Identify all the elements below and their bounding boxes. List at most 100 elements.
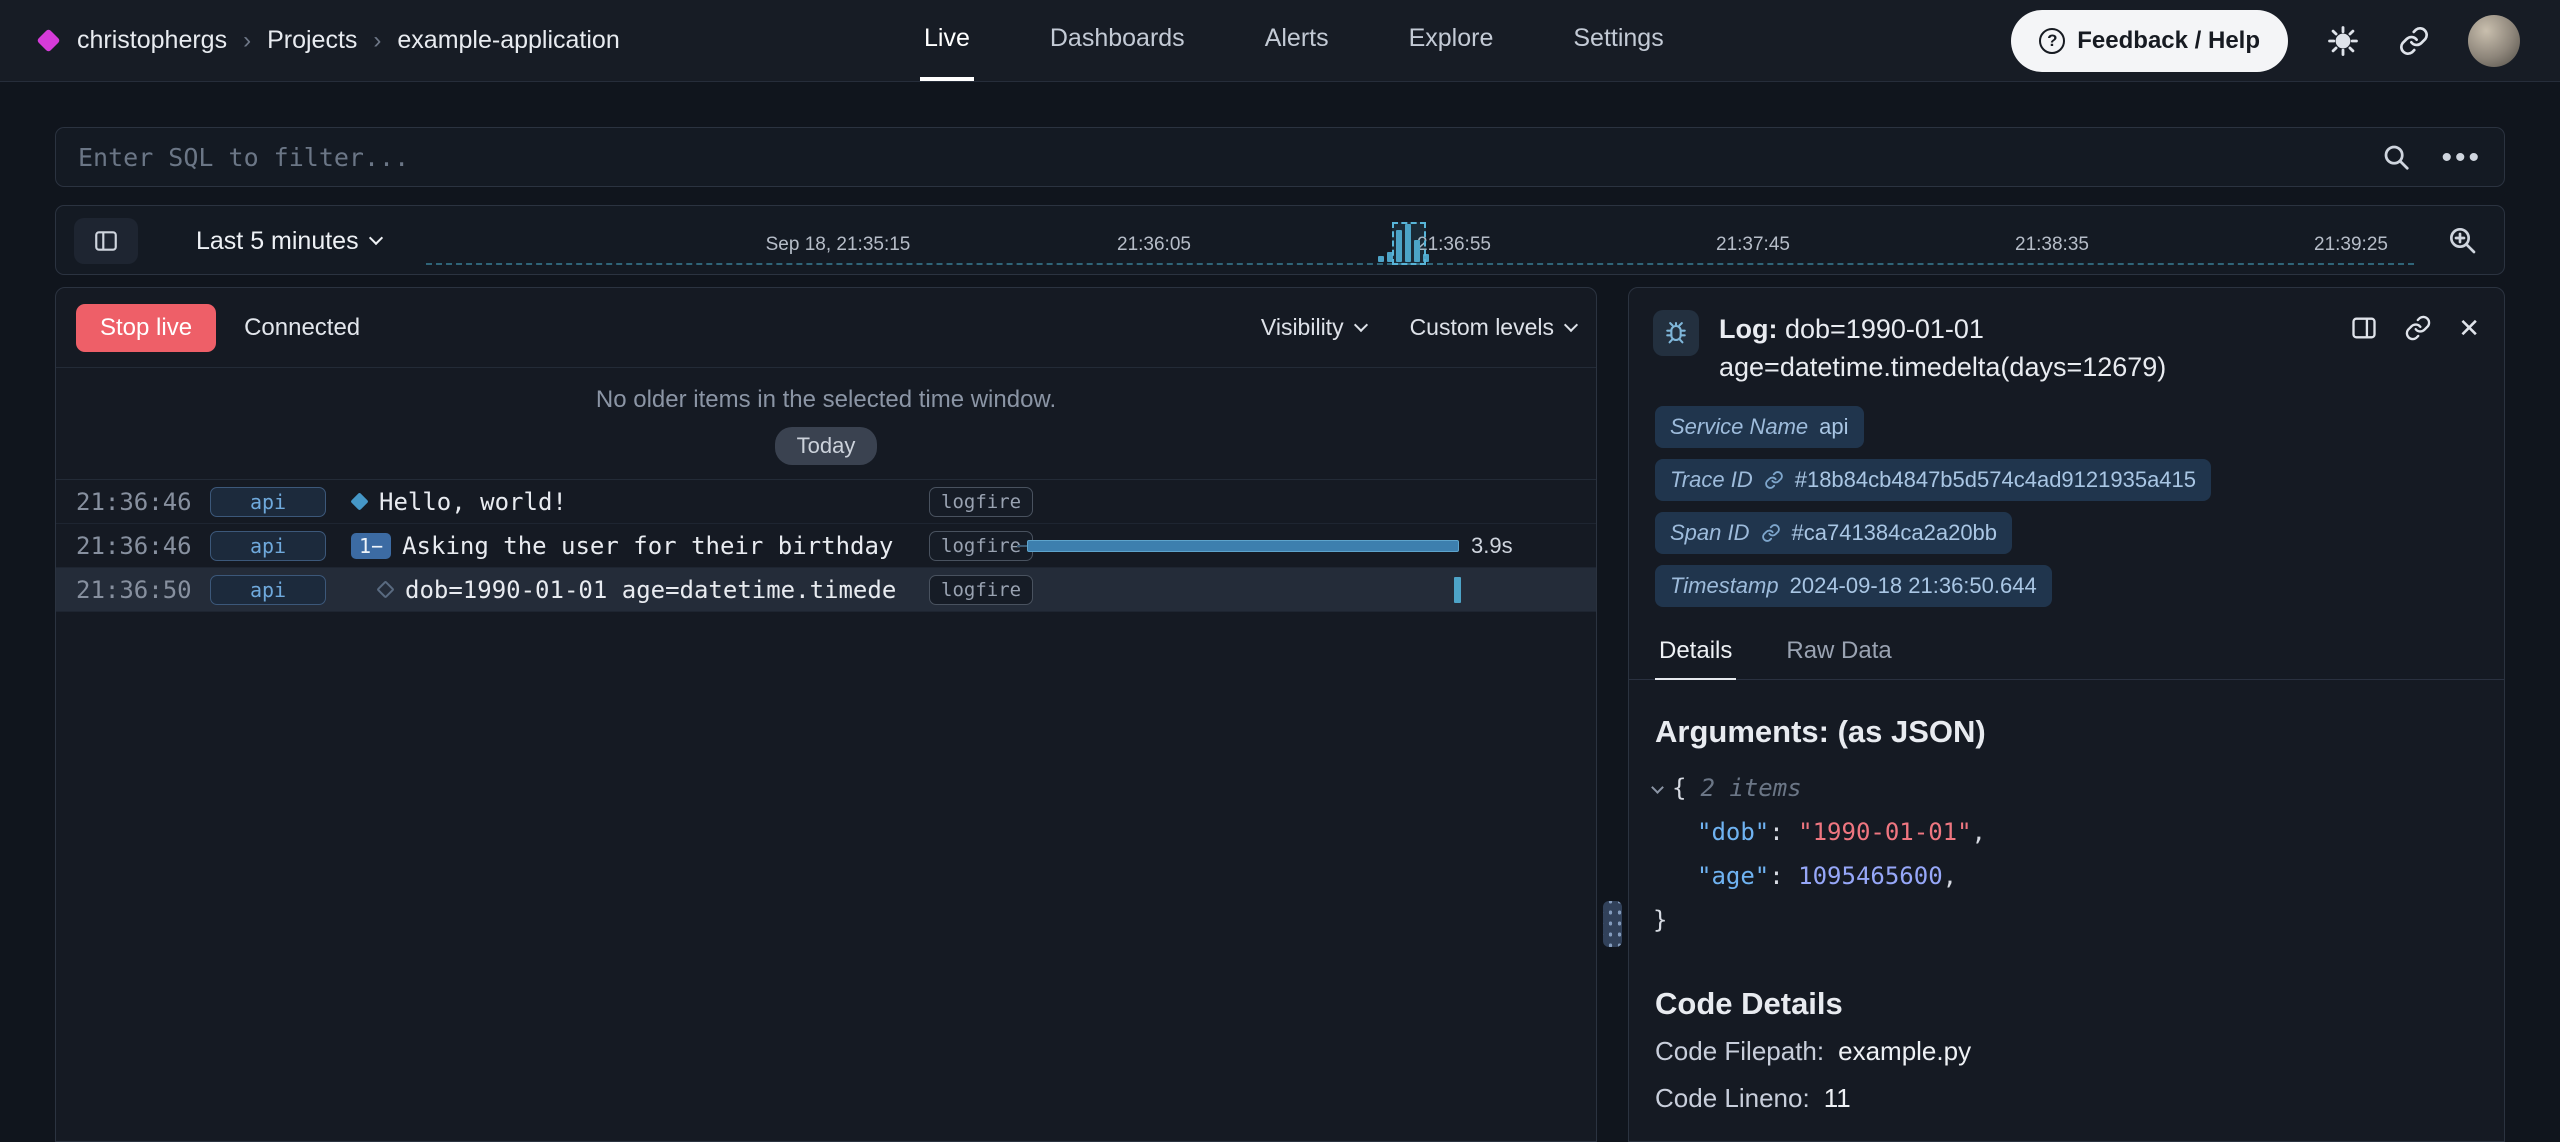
timeline-tick: Sep 18, 21:35:15 xyxy=(766,234,911,256)
service-name-badge: Service Name api xyxy=(1655,406,1864,448)
log-message: Hello, world! xyxy=(379,488,567,516)
log-timestamp: 21:36:46 xyxy=(76,532,194,560)
json-colon: : xyxy=(1769,818,1798,846)
json-items-note: 2 items xyxy=(1700,774,1801,802)
json-collapse-caret-icon[interactable] xyxy=(1651,781,1664,794)
histogram-bar xyxy=(1378,256,1384,262)
tab-settings[interactable]: Settings xyxy=(1569,0,1667,81)
today-button[interactable]: Today xyxy=(775,427,878,465)
details-tabs: Details Raw Data xyxy=(1629,629,2504,680)
empty-state-message: No older items in the selected time wind… xyxy=(596,386,1056,414)
tab-alerts[interactable]: Alerts xyxy=(1261,0,1333,81)
tab-raw-data[interactable]: Raw Data xyxy=(1782,629,1895,680)
breadcrumb-project[interactable]: example-application xyxy=(397,26,619,55)
trace-id-value: #18b84cb4847b5d574c4ad9121935a415 xyxy=(1795,467,2196,493)
service-badge[interactable]: api xyxy=(210,575,326,605)
sidebar-panel-icon xyxy=(93,228,119,254)
service-name-value: api xyxy=(1819,414,1848,440)
json-entry: "dob": "1990-01-01", xyxy=(1653,810,2504,854)
custom-levels-dropdown[interactable]: Custom levels xyxy=(1410,314,1576,341)
chevron-down-icon xyxy=(1564,317,1578,331)
json-open-brace: { xyxy=(1672,774,1686,802)
json-close-line: } xyxy=(1653,898,2504,942)
sql-filter-input[interactable] xyxy=(78,143,2381,172)
log-row[interactable]: 21:36:46 api 1− Asking the user for thei… xyxy=(56,524,1596,568)
service-badge[interactable]: api xyxy=(210,531,326,561)
filter-more-menu-icon[interactable]: ••• xyxy=(2441,150,2482,165)
json-close-brace: } xyxy=(1653,906,1667,934)
service-badge[interactable]: api xyxy=(210,487,326,517)
breadcrumb-projects[interactable]: Projects xyxy=(267,26,357,55)
tab-dashboards[interactable]: Dashboards xyxy=(1046,0,1189,81)
code-details-heading: Code Details xyxy=(1655,986,2504,1022)
json-key: "age" xyxy=(1697,862,1769,890)
time-range-label: Last 5 minutes xyxy=(196,227,359,256)
debug-icon xyxy=(1653,310,1699,356)
link-icon xyxy=(2404,314,2432,342)
timeline-selection[interactable] xyxy=(1392,222,1426,265)
filter-bar-icons: ••• xyxy=(2381,142,2482,172)
empty-state: No older items in the selected time wind… xyxy=(56,368,1596,480)
code-lineno-value: 11 xyxy=(1824,1083,1851,1113)
code-filepath-label: Code Filepath: xyxy=(1655,1036,1824,1066)
sidebar-toggle-button[interactable] xyxy=(74,218,138,264)
stop-live-button[interactable]: Stop live xyxy=(76,304,216,352)
visibility-label: Visibility xyxy=(1261,314,1344,341)
timeline-zoom-button[interactable] xyxy=(2446,224,2478,256)
user-avatar[interactable] xyxy=(2468,15,2520,67)
details-header-actions: ✕ xyxy=(2350,310,2480,342)
timeline-tick: 21:37:45 xyxy=(1716,234,1790,256)
timeline-tick: 21:39:25 xyxy=(2314,234,2388,256)
scope-tag[interactable]: logfire xyxy=(929,575,1033,605)
span-id-value: #ca741384ca2a20bb xyxy=(1792,520,1998,546)
details-header: Log: dob=1990-01-01 age=datetime.timedel… xyxy=(1629,288,2504,396)
details-title-text: dob=1990-01-01 age=datetime.timedelta(da… xyxy=(1719,314,2166,382)
theme-toggle-button[interactable] xyxy=(2326,24,2360,58)
breadcrumb-org[interactable]: christophergs xyxy=(77,26,227,55)
json-string-value: "1990-01-01" xyxy=(1798,818,1971,846)
log-message: dob=1990-01-01 age=datetime.timede xyxy=(405,576,896,604)
collapse-children-badge[interactable]: 1− xyxy=(351,533,391,559)
span-id-label: Span ID xyxy=(1670,520,1750,546)
timeline-tick: 21:36:05 xyxy=(1117,234,1191,256)
timestamp-value: 2024-09-18 21:36:50.644 xyxy=(1790,573,2037,599)
sql-filter-bar: ••• xyxy=(55,127,2505,187)
timeline-track[interactable]: Sep 18, 21:35:15 21:36:05 21:36:55 21:37… xyxy=(426,206,2414,274)
log-timestamp: 21:36:46 xyxy=(76,488,194,516)
logfire-logo-icon[interactable] xyxy=(36,28,60,52)
details-title: Log: dob=1990-01-01 age=datetime.timedel… xyxy=(1719,310,2274,386)
live-panel-header: Stop live Connected Visibility Custom le… xyxy=(56,288,1596,368)
feedback-help-button[interactable]: ? Feedback / Help xyxy=(2011,10,2288,72)
nav-right-actions: ? Feedback / Help xyxy=(2011,0,2520,81)
search-icon[interactable] xyxy=(2381,142,2411,172)
tab-details[interactable]: Details xyxy=(1655,629,1736,680)
code-lineno-row: Code Lineno: 11 xyxy=(1655,1083,2504,1114)
span-id-badge[interactable]: Span ID #ca741384ca2a20bb xyxy=(1655,512,2012,554)
zoom-in-icon xyxy=(2446,224,2478,256)
tab-live[interactable]: Live xyxy=(920,0,974,81)
log-message: Asking the user for their birthday xyxy=(402,532,893,560)
code-filepath-value: example.py xyxy=(1838,1036,1971,1066)
open-in-panel-button[interactable] xyxy=(2350,314,2378,342)
json-viewer: {2 items "dob": "1990-01-01", "age": 109… xyxy=(1653,766,2504,942)
chevron-down-icon xyxy=(1353,317,1367,331)
log-row[interactable]: 21:36:46 api Hello, world! logfire xyxy=(56,480,1596,524)
time-range-select[interactable]: Last 5 minutes xyxy=(196,206,381,276)
trace-id-label: Trace ID xyxy=(1670,467,1753,493)
span-duration-label: 3.9s xyxy=(1471,533,1513,559)
close-details-button[interactable]: ✕ xyxy=(2458,314,2480,342)
panel-resize-handle[interactable] xyxy=(1603,901,1622,947)
trace-id-badge[interactable]: Trace ID #18b84cb4847b5d574c4ad9121935a4… xyxy=(1655,459,2211,501)
tab-explore[interactable]: Explore xyxy=(1405,0,1498,81)
share-link-button[interactable] xyxy=(2398,25,2430,57)
timestamp-badge: Timestamp 2024-09-18 21:36:50.644 xyxy=(1655,565,2052,607)
copy-link-button[interactable] xyxy=(2404,314,2432,342)
span-duration-bar[interactable] xyxy=(1017,540,1459,552)
log-row-selected[interactable]: 21:36:50 api dob=1990-01-01 age=datetime… xyxy=(56,568,1596,612)
link-icon xyxy=(1761,523,1781,543)
link-icon xyxy=(1764,470,1784,490)
visibility-dropdown[interactable]: Visibility xyxy=(1261,314,1366,341)
code-lineno-label: Code Lineno: xyxy=(1655,1083,1810,1113)
scope-tag[interactable]: logfire xyxy=(929,487,1033,517)
log-diamond-icon xyxy=(350,492,368,510)
